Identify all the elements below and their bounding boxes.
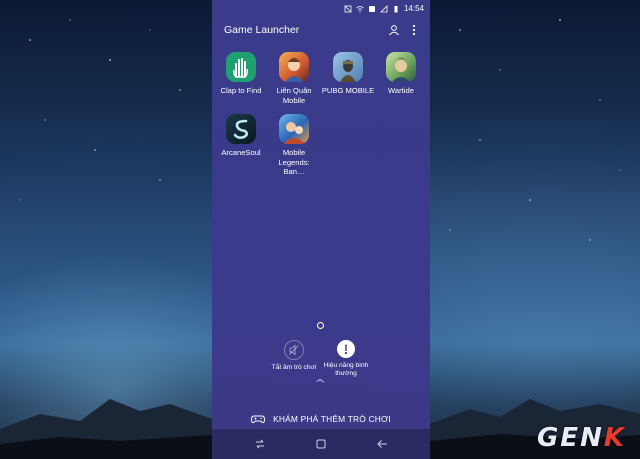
mute-status-icon <box>344 5 352 12</box>
game-item-lien-quan[interactable]: Liên Quân Mobile <box>267 52 321 105</box>
gamepad-icon <box>251 415 266 424</box>
clap-hand-icon <box>226 52 256 82</box>
mobile-legends-icon <box>279 114 309 144</box>
mute-icon <box>284 340 304 360</box>
arcanesoul-icon <box>226 114 256 144</box>
game-item-wartide[interactable]: Wartide <box>374 52 428 96</box>
game-label: Wartide <box>388 86 414 95</box>
game-label: PUBG MOBILE <box>321 86 375 95</box>
data-icon <box>368 5 375 12</box>
battery-icon <box>394 5 398 12</box>
wartide-icon <box>386 52 416 82</box>
game-label: ArcaneSoul <box>221 148 261 157</box>
user-icon[interactable] <box>388 24 400 36</box>
app-title: Game Launcher <box>224 24 300 36</box>
game-label: Clap to Find <box>220 86 262 95</box>
mute-game-toggle[interactable]: Tắt âm trò chơi <box>264 340 324 372</box>
game-label: Liên Quân Mobile <box>276 86 312 105</box>
game-item-clap-to-find[interactable]: Clap to Find <box>214 52 268 96</box>
discover-more-games-button[interactable]: KHÁM PHÁ THÊM TRÒ CHƠI <box>212 410 430 428</box>
navigation-bar <box>212 429 430 459</box>
back-icon[interactable] <box>376 438 388 450</box>
recent-apps-icon[interactable] <box>254 438 266 450</box>
page-indicator-dot <box>317 322 324 329</box>
genk-watermark: GENK <box>536 423 626 453</box>
signal-icon <box>380 4 388 12</box>
more-options-icon[interactable] <box>410 24 418 36</box>
phone-screen: 14:54 Game Launcher Clap to Find Liên Qu… <box>212 0 430 459</box>
discover-label: KHÁM PHÁ THÊM TRÒ CHƠI <box>273 414 391 424</box>
game-item-mobile-legends[interactable]: Mobile Legends: Ban… <box>267 114 321 177</box>
wifi-icon <box>356 5 364 12</box>
mute-label: Tắt âm trò chơi <box>271 364 317 371</box>
game-item-arcanesoul[interactable]: ArcaneSoul <box>214 114 268 158</box>
home-icon[interactable] <box>315 438 327 450</box>
game-label: Mobile Legends: Ban… <box>278 148 310 176</box>
status-time: 14:54 <box>403 4 424 13</box>
status-bar: 14:54 <box>212 0 430 18</box>
lien-quan-icon <box>279 52 309 82</box>
game-item-pubg[interactable]: PUBG MOBILE <box>321 52 375 96</box>
pubg-icon <box>333 52 363 82</box>
performance-icon <box>337 340 355 358</box>
